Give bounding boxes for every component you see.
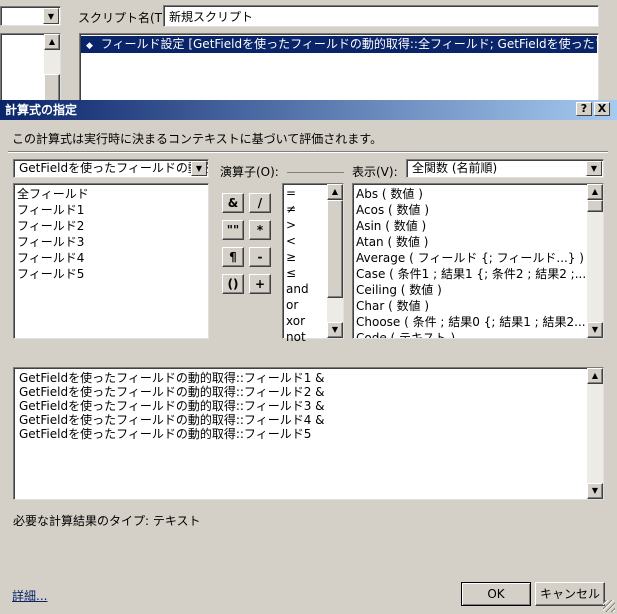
field-list-item[interactable]: フィールド1 xyxy=(14,202,208,218)
operators-scrollbar[interactable]: ▲ ▼ xyxy=(327,184,343,338)
parentheses-button[interactable]: () xyxy=(222,274,244,294)
operators-label: 演算子(O): xyxy=(220,165,279,179)
help-button[interactable]: ? xyxy=(576,102,592,116)
chevron-down-icon[interactable]: ▼ xyxy=(191,161,207,176)
dialog-title: 計算式の指定 xyxy=(5,103,78,117)
scroll-up-icon[interactable]: ▲ xyxy=(587,184,603,200)
table-select-value: GetFieldを使ったフィールドの動的取 xyxy=(19,161,209,175)
plus-button[interactable]: + xyxy=(249,274,271,294)
ok-button[interactable]: OK xyxy=(461,582,531,606)
formula-scrollbar[interactable]: ▲ ▼ xyxy=(587,368,603,499)
dialog-titlebar[interactable]: 計算式の指定 ? X xyxy=(0,100,617,120)
separator xyxy=(8,151,608,153)
formula-editor[interactable]: GetFieldを使ったフィールドの動的取得::フィールド1 & GetField… xyxy=(13,367,604,500)
script-step-combobox[interactable]: ▼ xyxy=(0,6,61,26)
function-list-item[interactable]: Abs ( 数値 ) xyxy=(353,186,587,202)
field-list-item[interactable]: フィールド2 xyxy=(14,218,208,234)
show-label: 表示(V): xyxy=(352,165,398,179)
formula-line: GetFieldを使ったフィールドの動的取得::フィールド4 & xyxy=(19,413,325,427)
operators-underline xyxy=(287,172,344,173)
table-select[interactable]: GetFieldを使ったフィールドの動的取 ▼ xyxy=(13,159,209,178)
function-list-item[interactable]: Choose ( 条件 ; 結果0 {; 結果1 ; 結果2... xyxy=(353,314,587,330)
dialog-description: この計算式は実行時に決まるコンテキストに基づいて評価されます。 xyxy=(12,132,383,146)
formula-line: GetFieldを使ったフィールドの動的取得::フィールド5 xyxy=(19,427,312,441)
formula-line: GetFieldを使ったフィールドの動的取得::フィールド3 & xyxy=(19,399,325,413)
function-category-select[interactable]: 全関数 (名前順) ▼ xyxy=(406,159,604,178)
field-list-item[interactable]: フィールド4 xyxy=(14,250,208,266)
steps-scrollbar[interactable]: ▲ xyxy=(44,34,60,102)
formula-line: GetFieldを使ったフィールドの動的取得::フィールド2 & xyxy=(19,385,325,399)
function-list-item[interactable]: Average ( フィールド {; フィールド...} ) xyxy=(353,250,587,266)
scroll-up-icon[interactable]: ▲ xyxy=(587,368,603,384)
function-list-item[interactable]: Ceiling ( 数値 ) xyxy=(353,282,587,298)
scroll-up-icon[interactable]: ▲ xyxy=(327,184,343,200)
script-name-label: スクリプト名(T): xyxy=(78,11,171,25)
pilcrow-button[interactable]: ¶ xyxy=(222,247,244,267)
details-link[interactable]: 詳細... xyxy=(12,587,47,604)
ampersand-button[interactable]: & xyxy=(222,193,244,213)
function-category-value: 全関数 (名前順) xyxy=(412,161,498,175)
script-name-input[interactable]: 新規スクリプト xyxy=(163,5,599,27)
function-list-item[interactable]: Case ( 条件1 ; 結果1 {; 条件2 ; 結果2 ;... xyxy=(353,266,587,282)
scroll-thumb[interactable] xyxy=(44,74,60,102)
function-list-item[interactable]: Atan ( 数値 ) xyxy=(353,234,587,250)
scroll-thumb[interactable] xyxy=(587,200,603,212)
resize-grip-icon[interactable] xyxy=(603,600,615,612)
function-list-item[interactable]: Asin ( 数値 ) xyxy=(353,218,587,234)
function-list-item[interactable]: Char ( 数値 ) xyxy=(353,298,587,314)
field-list-item[interactable]: フィールド3 xyxy=(14,234,208,250)
cancel-button[interactable]: キャンセル xyxy=(535,582,605,606)
scroll-thumb[interactable] xyxy=(327,200,343,298)
scroll-down-icon[interactable]: ▼ xyxy=(587,322,603,338)
close-button[interactable]: X xyxy=(594,102,610,116)
function-list-item[interactable]: Acos ( 数値 ) xyxy=(353,202,587,218)
chevron-down-icon[interactable]: ▼ xyxy=(43,8,59,24)
field-list-item[interactable]: 全フィールド xyxy=(14,186,208,202)
selected-script-step[interactable]: ◆ フィールド設定 [GetFieldを使ったフィールドの動的取得::全フィール… xyxy=(81,36,597,53)
chevron-down-icon[interactable]: ▼ xyxy=(586,161,602,176)
minus-button[interactable]: - xyxy=(249,247,271,267)
formula-line: GetFieldを使ったフィールドの動的取得::フィールド1 & xyxy=(19,371,325,385)
fields-list[interactable]: 全フィールド フィールド1 フィールド2 フィールド3 フィールド4 フィールド5 xyxy=(13,183,209,339)
divide-button[interactable]: / xyxy=(249,193,271,213)
quote-button[interactable]: "" xyxy=(222,220,244,240)
scroll-up-icon[interactable]: ▲ xyxy=(44,34,60,50)
field-list-item[interactable]: フィールド5 xyxy=(14,266,208,282)
multiply-button[interactable]: * xyxy=(249,220,271,240)
script-steps-list[interactable]: ▲ xyxy=(0,33,61,103)
function-list-item[interactable]: Code ( テキスト ) xyxy=(353,330,587,338)
script-name-value: 新規スクリプト xyxy=(169,10,254,24)
operators-list[interactable]: = ≠ > < ≥ ≤ and or xor not ▲ ▼ xyxy=(282,183,344,344)
functions-scrollbar[interactable]: ▲ ▼ xyxy=(587,184,603,338)
script-step-text: フィールド設定 [GetFieldを使ったフィールドの動的取得::全フィールド;… xyxy=(100,37,597,51)
functions-list[interactable]: Abs ( 数値 ) Acos ( 数値 ) Asin ( 数値 ) Atan ( 数… xyxy=(352,183,604,339)
result-type-label: 必要な計算結果のタイプ: テキスト xyxy=(13,514,201,528)
scroll-down-icon[interactable]: ▼ xyxy=(327,322,343,338)
scroll-down-icon[interactable]: ▼ xyxy=(587,483,603,499)
diamond-icon: ◆ xyxy=(86,41,93,51)
